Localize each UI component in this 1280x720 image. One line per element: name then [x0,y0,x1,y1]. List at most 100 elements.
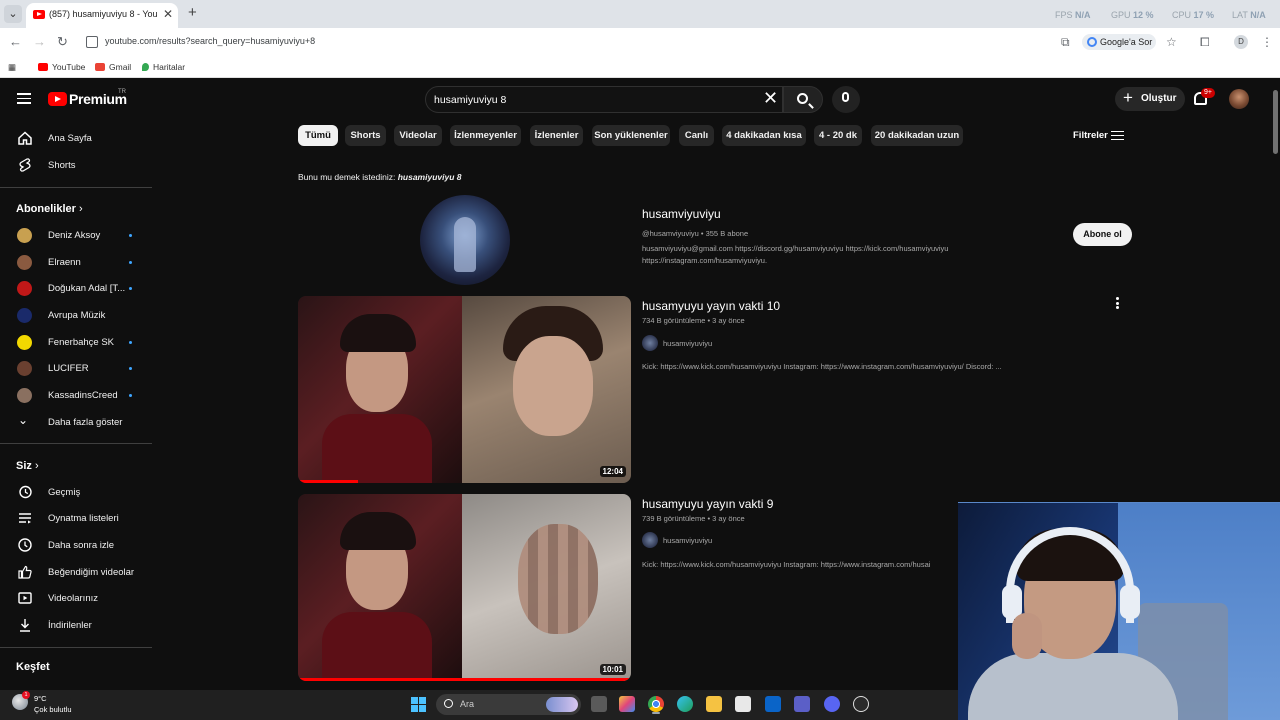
chip-watched[interactable]: İzlenenler [530,125,583,146]
scrollbar-thumb[interactable] [1273,90,1278,154]
channel-result-avatar[interactable] [420,195,510,285]
video-duration: 10:01 [599,664,626,675]
account-avatar[interactable] [1229,89,1249,109]
forward-arrow-icon[interactable]: → [33,34,46,49]
download-icon [20,619,30,632]
video-channel-avatar[interactable] [642,335,658,351]
site-info-icon[interactable] [86,36,98,48]
more-actions-icon[interactable] [1116,297,1120,311]
steam-icon[interactable] [853,696,869,712]
video-channel-avatar[interactable] [642,532,658,548]
sidebar-item-downloads[interactable]: İndirilenler [0,612,152,638]
chip-all[interactable]: Tümü [298,125,338,146]
hamburger-menu-icon[interactable] [17,93,31,104]
youtube-logo-icon[interactable] [48,92,67,106]
browser-menu-icon[interactable]: ⋮ [1261,35,1273,49]
chip-videos[interactable]: Videolar [394,125,442,146]
task-view-icon[interactable] [591,696,607,712]
sidebar-item-your-videos[interactable]: Videolarınız [0,585,152,611]
chip-recently-uploaded[interactable]: Son yüklenenler [592,125,670,146]
cast-icon[interactable]: ⧉ [1061,35,1070,50]
video-thumbnail[interactable]: 10:01 [298,494,631,681]
video-icon [18,592,32,604]
file-explorer-icon[interactable] [706,696,722,712]
search-button[interactable] [783,86,823,113]
apps-grid-icon[interactable]: ▦ [8,62,16,73]
video-title[interactable]: husamyuyu yayın vakti 10 [642,299,780,313]
bookmark-youtube[interactable]: YouTube [38,62,85,72]
sidebar-channel[interactable]: Doğukan Adal [T... [0,275,152,301]
browser-tab[interactable]: (857) husamiyuviyu 8 - YouTube ✕ [26,3,178,28]
sidebar-item-playlists[interactable]: Oynatma listeleri [0,505,152,531]
sidebar-item-history[interactable]: Geçmiş [0,479,152,505]
chip-under-4-minutes[interactable]: 4 dakikadan kısa [722,125,806,146]
gmail-icon [95,63,105,71]
chip-4-20-minutes[interactable]: 4 - 20 dk [814,125,862,146]
cpu-stat: CPU 17 % [1172,10,1215,20]
chip-live[interactable]: Canlı [679,125,714,146]
sidebar-item-home[interactable]: Ana Sayfa [0,125,152,151]
bookmark-star-icon[interactable]: ☆ [1166,35,1177,49]
weather-description[interactable]: Çok bulutlu [34,705,72,714]
copilot-icon[interactable] [619,696,635,712]
channel-result-name[interactable]: husamviyuviyu [642,207,721,221]
blurred-face [518,524,598,634]
profile-avatar[interactable]: D [1234,35,1248,49]
sidebar-channel[interactable]: Avrupa Müzik [0,302,152,328]
you-heading[interactable]: Siz › [16,460,39,472]
youtube-icon [38,63,48,71]
sidebar-item-liked-videos[interactable]: Beğendiğim videolar [0,559,152,585]
outlook-icon[interactable] [765,696,781,712]
teams-icon[interactable] [794,696,810,712]
filters-button[interactable]: Filtreler [1073,130,1108,141]
sidebar-channel[interactable]: Elraenn [0,249,152,275]
sidebar-item-watch-later[interactable]: Daha sonra izle [0,532,152,558]
sidebar-channel[interactable]: Deniz Aksoy [0,222,152,248]
chip-shorts[interactable]: Shorts [345,125,386,146]
filters-sliders-icon[interactable] [1111,130,1124,141]
address-bar[interactable]: youtube.com/results?search_query=husamiy… [80,31,1160,53]
voice-search-button[interactable] [832,86,860,113]
google-lens-button[interactable]: Google'a Sor [1082,34,1156,50]
tab-close-icon[interactable]: ✕ [163,7,173,21]
region-code: TR [118,89,126,95]
create-button[interactable]: + Oluştur [1115,87,1185,111]
chip-over-20-minutes[interactable]: 20 dakikadan uzun [871,125,963,146]
windows-start-icon[interactable] [411,697,426,712]
back-arrow-icon[interactable]: ← [9,34,22,49]
taskbar-search[interactable]: Ara [436,694,581,715]
search-highlight-art [546,697,578,712]
search-input[interactable] [434,92,754,108]
discord-icon[interactable] [824,696,840,712]
microsoft-store-icon[interactable] [735,696,751,712]
watch-progress-bar [298,480,358,483]
chip-unwatched[interactable]: İzlenmeyenler [450,125,521,146]
subscribe-button[interactable]: Abone ol [1073,223,1132,246]
new-tab-button[interactable]: + [188,4,197,21]
sidebar-channel[interactable]: LUCIFER [0,355,152,381]
channel-result-description: husamviyuviyu@gmail.com https://discord.… [642,244,949,265]
lat-stat: LAT N/A [1232,10,1266,20]
video-channel-name[interactable]: husamviyuviyu [663,536,712,545]
sidebar-channel[interactable]: Fenerbahçe SK [0,329,152,355]
sidebar-channel[interactable]: KassadinsCreed [0,382,152,408]
bookmark-maps[interactable]: Haritalar [142,62,185,72]
chrome-icon[interactable] [648,696,664,712]
sidebar-item-shorts[interactable]: Shorts [0,152,152,178]
clear-search-icon[interactable]: ✕ [763,88,778,109]
weather-temperature[interactable]: 9°C [34,694,47,703]
video-title[interactable]: husamyuyu yayın vakti 9 [642,497,773,511]
edge-icon[interactable] [677,696,693,712]
reload-icon[interactable]: ↻ [57,34,68,50]
video-channel-name[interactable]: husamviyuviyu [663,339,712,348]
sidebar-divider [0,443,152,444]
bookmark-gmail[interactable]: Gmail [95,62,131,72]
search-box[interactable] [425,86,783,113]
video-thumbnail[interactable]: 12:04 [298,296,631,483]
extensions-icon[interactable]: ⧠ [1200,35,1210,50]
suggestion-link[interactable]: husamiyuviyu 8 [398,172,462,182]
channel-avatar [17,388,32,403]
tab-search-chevron-icon[interactable]: ⌄ [4,5,22,23]
subscriptions-heading[interactable]: Abonelikler › [16,203,83,215]
sidebar-show-more[interactable]: ⌄ Daha fazla göster [0,409,152,435]
